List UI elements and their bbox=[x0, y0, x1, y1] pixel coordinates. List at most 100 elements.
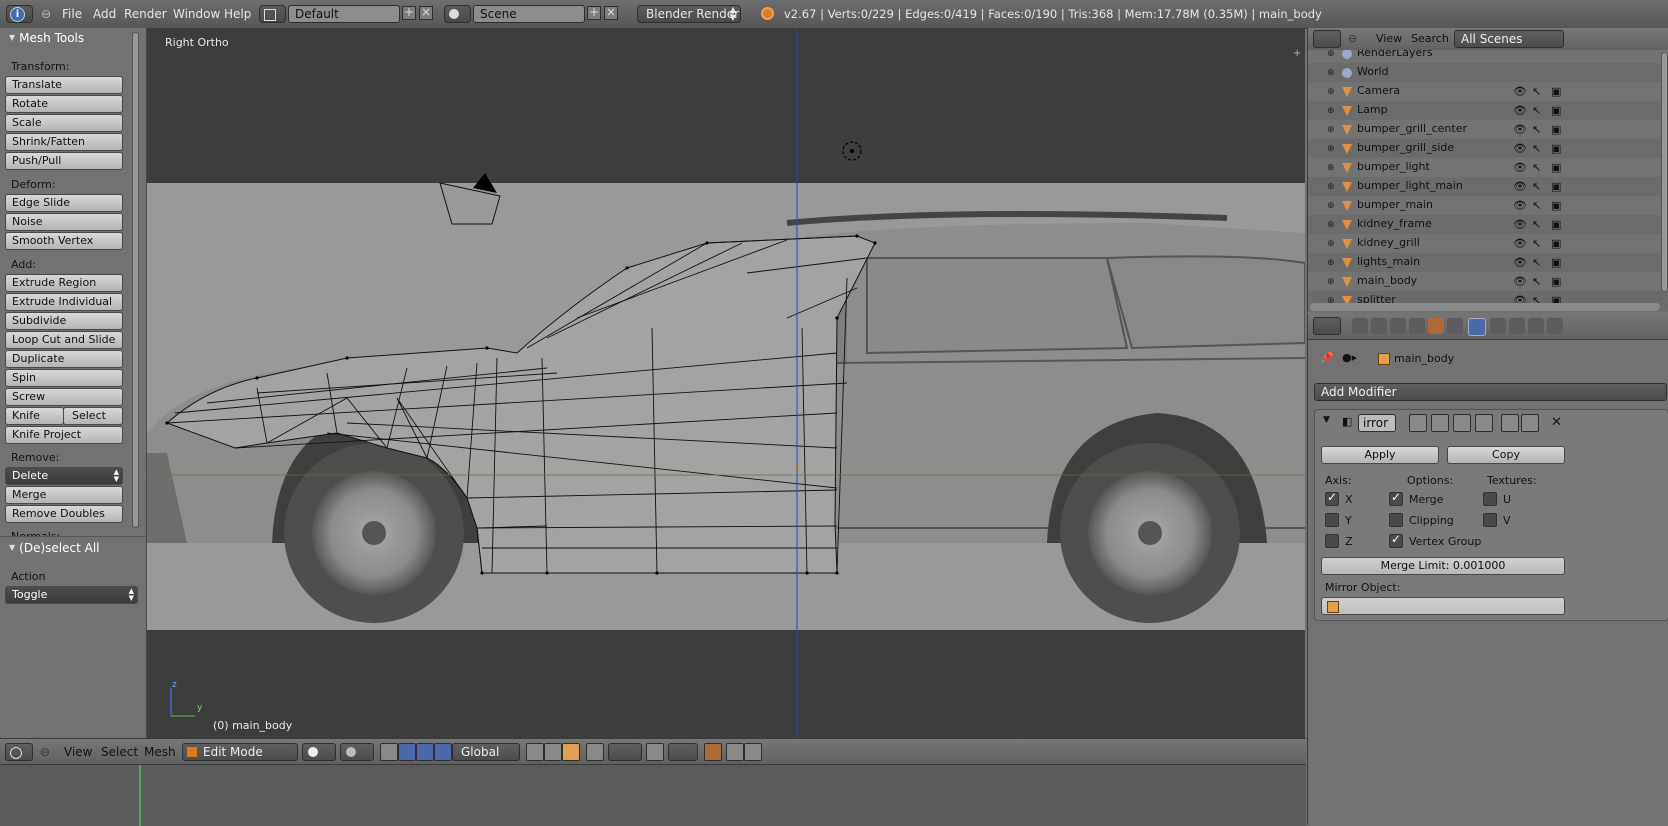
outliner-row[interactable]: ⊕ World bbox=[1308, 63, 1668, 82]
face-select-icon[interactable] bbox=[562, 743, 580, 761]
3d-viewport[interactable]: + Right Ortho z y (0) main_body bbox=[147, 28, 1305, 738]
duplicate-button[interactable]: Duplicate bbox=[5, 350, 123, 368]
outliner-row[interactable]: ⊕ kidney_frame 👁 ↖ ▣ bbox=[1308, 215, 1668, 234]
menu-window[interactable]: Window bbox=[173, 5, 220, 23]
object-tab-icon[interactable] bbox=[1428, 318, 1444, 334]
menu-file[interactable]: File bbox=[62, 5, 82, 23]
outliner-row-name[interactable]: World bbox=[1357, 65, 1389, 78]
outliner-horizontal-scrollbar[interactable] bbox=[1310, 303, 1660, 311]
screen-layout-button[interactable] bbox=[259, 5, 286, 23]
tool-shelf-scrollbar[interactable] bbox=[132, 32, 139, 528]
occlude-geometry-icon[interactable] bbox=[586, 743, 604, 761]
merge-limit-field[interactable]: Merge Limit: 0.001000 bbox=[1321, 557, 1565, 575]
renderability-camera-icon[interactable]: ▣ bbox=[1551, 85, 1561, 98]
info-editor-type-button[interactable]: i bbox=[6, 5, 33, 23]
outliner-row-name[interactable]: bumper_main bbox=[1357, 198, 1433, 211]
axis-checkbox[interactable] bbox=[1325, 490, 1339, 506]
pivot-point-dropdown[interactable] bbox=[340, 743, 374, 761]
expand-toggle-icon[interactable]: ⊕ bbox=[1327, 201, 1335, 211]
texture-checkbox[interactable] bbox=[1483, 513, 1497, 527]
outliner-row-name[interactable]: bumper_grill_side bbox=[1357, 141, 1454, 154]
editor-type-button[interactable] bbox=[5, 743, 33, 761]
renderability-camera-icon[interactable]: ▣ bbox=[1551, 199, 1561, 212]
visibility-eye-icon[interactable]: 👁 bbox=[1513, 180, 1527, 193]
collapse-menu-icon[interactable]: ⊖ bbox=[40, 745, 50, 759]
mesh-tools-panel-header[interactable]: Mesh Tools bbox=[0, 28, 84, 48]
option-checkbox[interactable] bbox=[1389, 490, 1403, 506]
loop-cut-and-slide-button[interactable]: Loop Cut and Slide bbox=[5, 331, 123, 349]
scene-name-field[interactable]: Scene bbox=[473, 5, 585, 23]
menu-select[interactable]: Select bbox=[101, 745, 138, 759]
collapse-menu-icon[interactable]: ⊖ bbox=[1348, 32, 1357, 45]
outliner-row-name[interactable]: kidney_grill bbox=[1357, 236, 1420, 249]
outliner-row[interactable]: ⊕ bumper_light_main 👁 ↖ ▣ bbox=[1308, 177, 1668, 196]
action-dropdown[interactable]: Toggle ▲ ▼ bbox=[5, 586, 138, 604]
remove-doubles-button[interactable]: Remove Doubles bbox=[5, 505, 123, 523]
selectability-cursor-icon[interactable]: ↖ bbox=[1532, 180, 1541, 193]
knife-select-button[interactable]: Select bbox=[63, 407, 123, 425]
snap-element-dropdown[interactable] bbox=[668, 743, 698, 761]
menu-view[interactable]: View bbox=[64, 745, 92, 759]
outliner-row-name[interactable]: RenderLayers bbox=[1357, 50, 1433, 59]
renderability-camera-icon[interactable]: ▣ bbox=[1551, 237, 1561, 250]
renderability-camera-icon[interactable]: ▣ bbox=[1551, 161, 1561, 174]
render-opengl-icon[interactable] bbox=[704, 743, 722, 761]
renderability-camera-icon[interactable]: ▣ bbox=[1551, 104, 1561, 117]
shrink-fatten-button[interactable]: Shrink/Fatten bbox=[5, 133, 123, 151]
current-frame-marker[interactable] bbox=[139, 765, 141, 826]
collapse-arrow-icon[interactable]: ▼ bbox=[1323, 415, 1330, 425]
visibility-eye-icon[interactable]: 👁 bbox=[1513, 161, 1527, 174]
viewport-shading-dropdown[interactable] bbox=[302, 743, 336, 761]
render-layers-tab-icon[interactable] bbox=[1371, 318, 1387, 334]
expand-toggle-icon[interactable]: ⊕ bbox=[1327, 125, 1335, 135]
edge-slide-button[interactable]: Edge Slide bbox=[5, 194, 123, 212]
expand-toggle-icon[interactable]: ⊕ bbox=[1327, 258, 1335, 268]
outliner-row[interactable]: ⊕ kidney_grill 👁 ↖ ▣ bbox=[1308, 234, 1668, 253]
add-layout-icon[interactable]: + bbox=[402, 6, 416, 20]
selectability-cursor-icon[interactable]: ↖ bbox=[1532, 237, 1541, 250]
expand-toggle-icon[interactable]: ⊕ bbox=[1327, 106, 1335, 116]
expand-toggle-icon[interactable]: ⊕ bbox=[1327, 50, 1335, 59]
menu-mesh[interactable]: Mesh bbox=[144, 745, 176, 759]
outliner-row-name[interactable]: main_body bbox=[1357, 274, 1417, 287]
visibility-eye-icon[interactable]: 👁 bbox=[1513, 85, 1527, 98]
mode-dropdown[interactable]: Edit Mode bbox=[182, 743, 298, 761]
modifiers-tab-icon[interactable] bbox=[1468, 318, 1486, 336]
render-display-icon[interactable] bbox=[1453, 414, 1471, 432]
rotate-button[interactable]: Rotate bbox=[5, 95, 123, 113]
visibility-eye-icon[interactable]: 👁 bbox=[1513, 275, 1527, 288]
copy-button[interactable]: Copy bbox=[1447, 446, 1565, 464]
renderability-camera-icon[interactable]: ▣ bbox=[1551, 180, 1561, 193]
collapse-menu-icon[interactable]: ⊖ bbox=[41, 5, 51, 23]
data-tab-icon[interactable] bbox=[1490, 318, 1506, 334]
selectability-cursor-icon[interactable]: ↖ bbox=[1532, 104, 1541, 117]
modifier-name-field[interactable]: irror bbox=[1358, 414, 1396, 432]
material-tab-icon[interactable] bbox=[1509, 318, 1525, 334]
visibility-eye-icon[interactable]: 👁 bbox=[1513, 256, 1527, 269]
renderability-camera-icon[interactable]: ▣ bbox=[1551, 142, 1561, 155]
world-tab-icon[interactable] bbox=[1409, 318, 1425, 334]
renderability-camera-icon[interactable]: ▣ bbox=[1551, 218, 1561, 231]
move-down-icon[interactable] bbox=[1521, 414, 1539, 432]
expand-toggle-icon[interactable]: ⊕ bbox=[1327, 68, 1335, 78]
knife-project-button[interactable]: Knife Project bbox=[5, 426, 123, 444]
outliner-row-name[interactable]: lights_main bbox=[1357, 255, 1420, 268]
selectability-cursor-icon[interactable]: ↖ bbox=[1532, 256, 1541, 269]
outliner-row[interactable]: ⊕ main_body 👁 ↖ ▣ bbox=[1308, 272, 1668, 291]
move-up-icon[interactable] bbox=[1501, 414, 1519, 432]
remove-scene-icon[interactable]: × bbox=[604, 6, 618, 20]
render-still-icon[interactable] bbox=[726, 743, 744, 761]
expand-toggle-icon[interactable]: ⊕ bbox=[1327, 220, 1335, 230]
manipulator-toggle-icon[interactable] bbox=[380, 743, 398, 761]
outliner-row[interactable]: ⊕ bumper_grill_side 👁 ↖ ▣ bbox=[1308, 139, 1668, 158]
outliner-row-name[interactable]: bumper_light bbox=[1357, 160, 1430, 173]
outliner-row[interactable]: ⊕ Lamp 👁 ↖ ▣ bbox=[1308, 101, 1668, 120]
extrude-region-button[interactable]: Extrude Region bbox=[5, 274, 123, 292]
render-animation-icon[interactable] bbox=[744, 743, 762, 761]
expand-toggle-icon[interactable]: ⊕ bbox=[1327, 144, 1335, 154]
edge-select-icon[interactable] bbox=[544, 743, 562, 761]
operator-panel-header[interactable]: (De)select All bbox=[0, 538, 99, 558]
visibility-eye-icon[interactable]: 👁 bbox=[1513, 104, 1527, 117]
selectability-cursor-icon[interactable]: ↖ bbox=[1532, 199, 1541, 212]
vertex-select-icon[interactable] bbox=[526, 743, 544, 761]
